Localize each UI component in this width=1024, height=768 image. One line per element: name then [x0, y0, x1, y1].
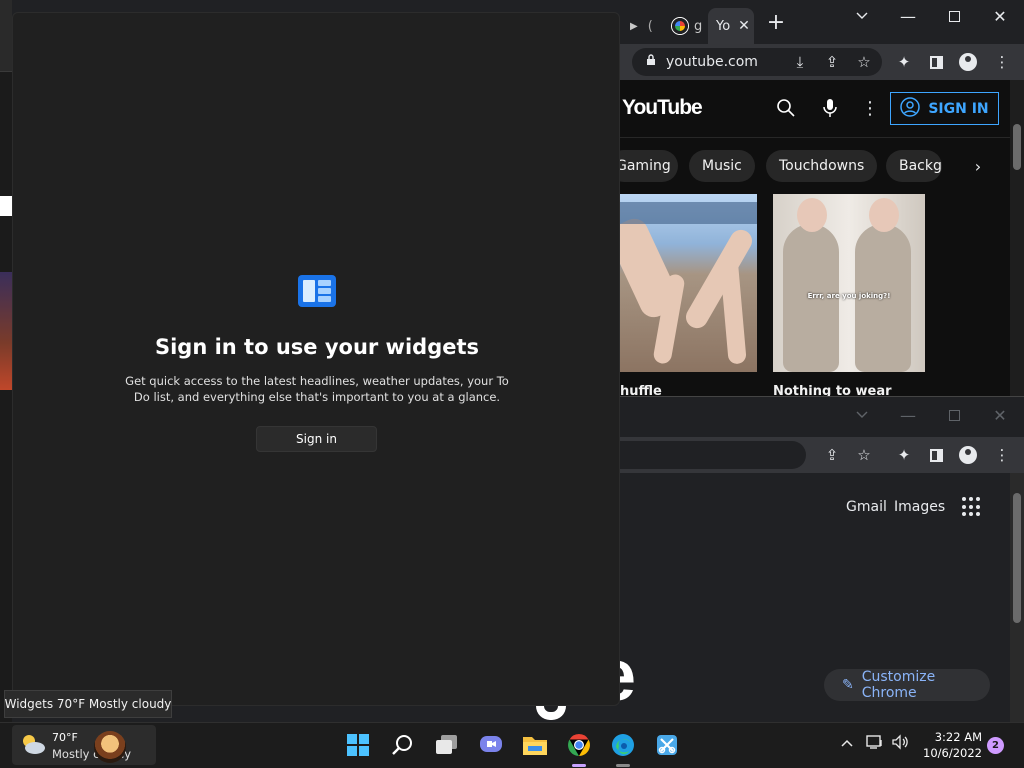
images-link[interactable]: Images	[894, 499, 945, 515]
pencil-icon: ✎	[842, 677, 854, 693]
chip-background[interactable]: Backg	[886, 150, 942, 182]
gmail-link[interactable]: Gmail	[846, 499, 887, 515]
edge-running-indicator	[616, 764, 630, 767]
google-apps-icon[interactable]	[962, 497, 982, 517]
widgets-title: Sign in to use your widgets	[154, 335, 480, 359]
clock-date: 10/6/2022	[923, 746, 982, 760]
background-white-patch	[0, 196, 12, 216]
system-clock[interactable]: 3:22 AM 10/6/2022	[918, 729, 982, 761]
chip-touchdowns[interactable]: Touchdowns	[766, 150, 878, 182]
background-window-left	[0, 0, 12, 722]
search-taskbar-icon[interactable]	[389, 731, 417, 759]
chips-next-chevron-icon[interactable]: ›	[968, 156, 988, 176]
show-hidden-icons-chevron-icon[interactable]	[841, 736, 853, 751]
tab-youtube-label: Yo	[716, 18, 731, 34]
video-grid: Errr, are you joking?! huffle Nothing to…	[620, 194, 1010, 399]
google-favicon-icon	[672, 18, 688, 34]
video-thumbnail-1[interactable]	[620, 194, 757, 372]
chrome-menu-icon[interactable]: ⋮	[992, 52, 1012, 72]
share-icon-2[interactable]: ⇪	[822, 445, 842, 465]
tab-strip: ▶ ( g Yo ✕ + — ✕	[620, 0, 1024, 44]
address-bar-row: youtube.com ⤓ ⇪ ☆ ✦ ⋮	[620, 44, 1024, 80]
snipping-tool-icon[interactable]	[653, 731, 681, 759]
video-caption: Errr, are you joking?!	[807, 292, 891, 300]
weather-widget-button[interactable]: 70°F Mostly cloudy	[12, 725, 156, 765]
customize-chrome-button[interactable]: ✎ Customize Chrome	[824, 669, 990, 701]
close-window-button-2[interactable]: ✕	[986, 405, 1014, 425]
weather-temperature: 70°F	[52, 731, 78, 744]
chrome-taskbar-icon[interactable]	[565, 731, 593, 759]
widgets-panel: Sign in to use your widgets Get quick ac…	[12, 12, 620, 706]
notification-badge[interactable]: 2	[987, 737, 1004, 754]
youtube-header: YouTube ⋮ SIGN IN	[620, 80, 1010, 136]
network-icon[interactable]	[866, 734, 884, 754]
tab-close-icon[interactable]: ✕	[738, 18, 750, 34]
minimize-button[interactable]: —	[894, 6, 922, 26]
edge-taskbar-icon[interactable]	[609, 731, 637, 759]
youtube-signin-label: SIGN IN	[928, 100, 989, 117]
omnibox[interactable]: youtube.com	[632, 48, 882, 76]
bookmark-star-icon-2[interactable]: ☆	[854, 445, 874, 465]
side-panel-icon-2[interactable]	[926, 445, 946, 465]
youtube-signin-button[interactable]: SIGN IN	[890, 92, 999, 125]
background-image-sliver	[0, 272, 12, 390]
widgets-tooltip: Widgets 70°F Mostly cloudy	[4, 690, 172, 718]
new-tab-button[interactable]: +	[762, 10, 790, 35]
widgets-signin-button[interactable]: Sign in	[256, 426, 377, 452]
address-bar-row-2: ⇪ ☆ ✦ ⋮	[620, 437, 1024, 473]
video-thumbnail-2[interactable]: Errr, are you joking?!	[773, 194, 925, 372]
url-text: youtube.com	[666, 54, 758, 70]
taskbar: 70°F Mostly cloudy 3:22 AM 10/6/2022 2	[0, 722, 1024, 768]
maximize-button-2[interactable]	[940, 405, 968, 425]
more-options-icon[interactable]: ⋮	[860, 98, 880, 119]
microphone-icon[interactable]	[820, 98, 840, 118]
news-avatar-icon	[94, 731, 126, 763]
chrome-menu-icon-2[interactable]: ⋮	[992, 445, 1012, 465]
tab-search-chevron-icon[interactable]	[848, 6, 876, 26]
file-explorer-icon[interactable]	[521, 731, 549, 759]
close-window-button[interactable]: ✕	[986, 6, 1014, 26]
tab-google-label: g	[694, 18, 703, 34]
minimize-button-2[interactable]: —	[894, 405, 922, 425]
volume-icon[interactable]	[891, 734, 909, 754]
tab-partial-1[interactable]: ▶ (	[630, 14, 653, 38]
tab-partial-1-label: (	[647, 18, 653, 34]
category-chips: Gaming Music Touchdowns Backg ›	[608, 137, 1010, 193]
tab-youtube-active[interactable]: Yo ✕	[708, 8, 754, 44]
google-tab-strip: — ✕	[620, 397, 1024, 437]
background-titlebar	[0, 0, 12, 72]
chrome-active-indicator	[572, 764, 586, 767]
chrome-window-google: — ✕ ⇪ ☆ ✦ ⋮ Gmail Images ✎ Customize Chr…	[620, 396, 1024, 723]
customize-chrome-label: Customize Chrome	[861, 669, 936, 701]
profile-icon-2[interactable]	[958, 445, 978, 465]
search-icon[interactable]	[776, 98, 796, 118]
play-icon: ▶	[630, 20, 638, 32]
maximize-button[interactable]	[940, 6, 968, 26]
bookmark-star-icon[interactable]: ☆	[854, 52, 874, 72]
teams-chat-icon[interactable]	[477, 731, 505, 759]
omnibox-2[interactable]	[620, 441, 806, 469]
extensions-icon[interactable]: ✦	[894, 52, 914, 72]
youtube-scrollbar[interactable]	[1010, 80, 1024, 396]
task-view-icon[interactable]	[433, 731, 461, 759]
lock-icon	[646, 54, 656, 70]
partly-cloudy-icon	[23, 735, 45, 754]
account-circle-icon	[900, 96, 921, 121]
share-icon[interactable]: ⇪	[822, 52, 842, 72]
google-homepage: Gmail Images ✎ Customize Chrome	[620, 473, 1010, 723]
install-icon[interactable]: ⤓	[790, 52, 810, 72]
tab-google[interactable]: g	[672, 14, 702, 38]
side-panel-icon[interactable]	[926, 52, 946, 72]
clock-time: 3:22 AM	[934, 730, 982, 744]
chip-music[interactable]: Music	[689, 150, 755, 182]
google-scrollbar[interactable]	[1010, 473, 1024, 723]
chrome-window-youtube: ▶ ( g Yo ✕ + — ✕ youtube.com ⤓ ⇪ ☆ ✦ ⋮ Y…	[608, 0, 1024, 399]
tab-search-chevron-icon-2[interactable]	[848, 405, 876, 425]
widgets-logo-icon	[298, 275, 336, 307]
profile-icon[interactable]	[958, 52, 978, 72]
youtube-logo[interactable]: YouTube	[622, 96, 703, 120]
start-button[interactable]	[344, 731, 372, 759]
extensions-icon-2[interactable]: ✦	[894, 445, 914, 465]
widgets-description: Get quick access to the latest headlines…	[125, 374, 509, 404]
